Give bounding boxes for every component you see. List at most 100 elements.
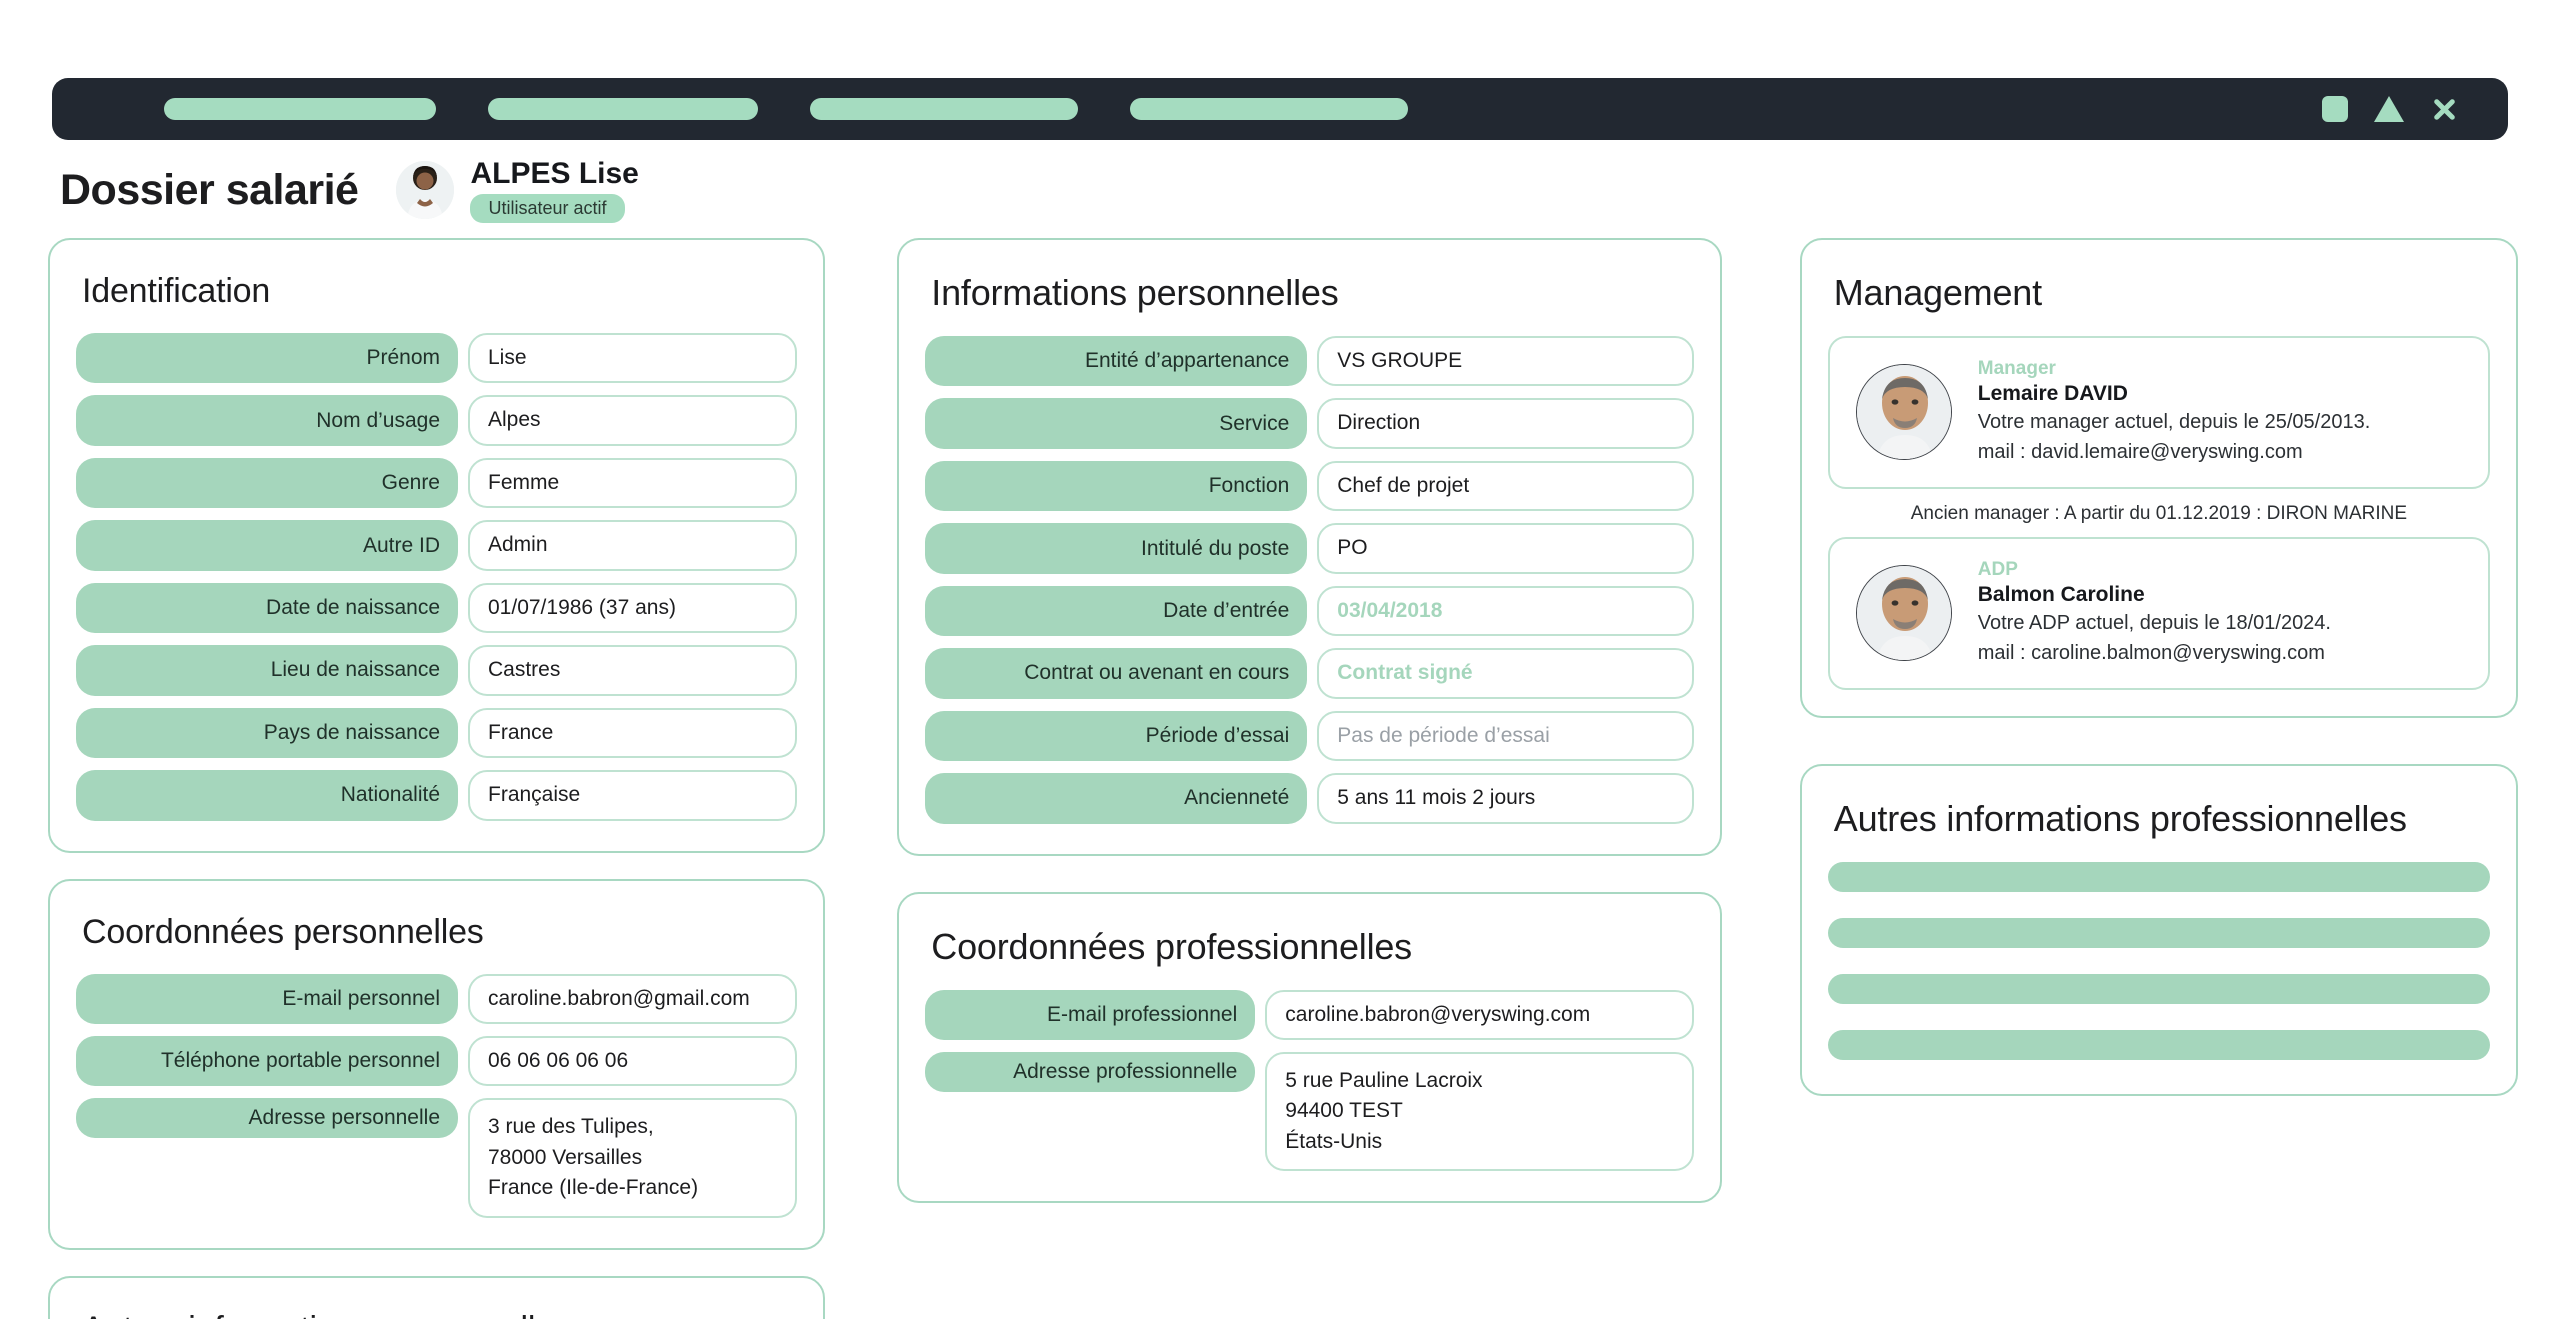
field-row-intitule-poste: Intitulé du poste PO [925,523,1694,574]
email-professionnel-field[interactable]: caroline.babron@veryswing.com [1265,989,1694,1040]
field-row-adresse-professionnelle: Adresse professionnelle 5 rue Pauline La… [925,1051,1694,1172]
periode-essai-field[interactable]: Pas de période d’essai [1317,710,1694,762]
management-card: Management Manager Lemaire DAVID Votre m… [1799,238,2518,718]
top-toolbar [52,78,2508,140]
autres-informations-personnelles-card: Autres informations personnelles [48,1275,826,1319]
intitule-poste-field[interactable]: PO [1317,523,1694,574]
coordonnees-personnelles-card: Coordonnées personnelles E-mail personne… [48,878,826,1250]
field-row-genre: Genre Femme [76,457,798,509]
field-row-prenom: Prénom Lise [76,333,798,384]
field-row-service: Service Direction [925,398,1694,449]
field-row-anciennete: Ancienneté 5 ans 11 mois 2 jours [925,773,1694,824]
identification-title: Identification [82,272,271,310]
nom-usage-field[interactable]: Alpes [468,395,798,446]
manager-avatar [1855,364,1952,461]
adp-name: Balmon Caroline [1977,582,2145,606]
date-naissance-field[interactable]: 01/07/1986 (37 ans) [468,582,798,634]
field-label: Genre [76,457,458,509]
anciennete-field[interactable]: 5 ans 11 mois 2 jours [1317,773,1694,824]
management-title: Management [1833,272,2042,313]
field-label: Intitulé du poste [925,523,1308,574]
field-row-autre-id: Autre ID Admin [76,520,798,571]
field-row-date-entree: Date d’entrée 03/04/2018 [925,585,1694,637]
field-row-nationalite: Nationalité Française [76,770,798,821]
field-label: Adresse professionnelle [925,1051,1256,1092]
field-label: E-mail professionnel [925,989,1256,1040]
adresse-personnelle-field[interactable]: 3 rue des Tulipes, 78000 Versailles Fran… [468,1098,798,1218]
identification-card: Identification Prénom Lise Nom d’usage A… [48,238,826,853]
manager-role-label: Manager [1977,358,2056,379]
adp-avatar [1855,565,1952,662]
toolbar-icon-group [2322,95,2458,123]
toolbar-pill-1[interactable] [164,98,436,120]
field-row-nom-usage: Nom d’usage Alpes [76,395,798,446]
toolbar-pill-3[interactable] [810,98,1078,120]
placeholder-bar-1[interactable] [1827,861,2490,892]
field-row-adresse-personnelle: Adresse personnelle 3 rue des Tulipes, 7… [76,1098,798,1218]
lieu-naissance-field[interactable]: Castres [468,645,798,696]
manager-mail[interactable]: mail : david.lemaire@veryswing.com [1978,438,2371,466]
field-label: Entité d’appartenance [925,336,1308,387]
manager-card[interactable]: Manager Lemaire DAVID Votre manager actu… [1827,336,2490,489]
previous-manager-note: Ancien manager : A partir du 01.12.2019 … [1910,502,2408,524]
autre-id-field[interactable]: Admin [468,520,798,571]
field-label: Date de naissance [76,582,458,634]
field-row-telephone-personnel: Téléphone portable personnel 06 06 06 06… [76,1035,798,1087]
contrat-field[interactable]: Contrat signé [1317,648,1694,699]
field-row-pays-naissance: Pays de naissance France [76,707,798,759]
fonction-field[interactable]: Chef de projet [1317,460,1694,512]
adresse-professionnelle-field[interactable]: 5 rue Pauline Lacroix 94400 TEST États-U… [1265,1051,1694,1172]
adp-since: Votre ADP actuel, depuis le 18/01/2024. [1977,611,2331,634]
field-label: Ancienneté [925,773,1308,824]
email-personnel-field[interactable]: caroline.babron@gmail.com [468,973,798,1024]
field-row-periode-essai: Période d’essai Pas de période d’essai [925,710,1694,762]
nationalite-field[interactable]: Française [468,770,798,821]
service-field[interactable]: Direction [1317,398,1694,449]
genre-field[interactable]: Femme [468,457,798,509]
avatar [396,161,455,220]
field-label: Téléphone portable personnel [76,1035,458,1087]
triangle-icon[interactable] [2374,96,2404,122]
app-screen: Dossier salarié ALPES Lise Utilisateur a… [0,0,2560,1319]
adp-info: ADP Balmon Caroline Votre ADP actuel, de… [1978,559,2331,668]
manager-name: Lemaire DAVID [1977,382,2128,405]
field-label: Prénom [76,333,458,384]
informations-personnelles-title: Informations personnelles [931,272,1339,313]
field-label: Contrat ou avenant en cours [925,648,1308,699]
manager-since: Votre manager actuel, depuis le 25/05/20… [1977,411,2371,433]
toolbar-pill-2[interactable] [488,98,758,120]
autres-informations-personnelles-title: Autres informations personnelles [82,1310,797,1319]
field-row-date-naissance: Date de naissance 01/07/1986 (37 ans) [76,582,798,634]
field-label: Pays de naissance [76,707,458,759]
user-summary: ALPES Lise Utilisateur actif [396,158,639,223]
field-row-email-professionnel: E-mail professionnel caroline.babron@ver… [925,989,1694,1040]
adp-card[interactable]: ADP Balmon Caroline Votre ADP actuel, de… [1827,536,2490,690]
informations-personnelles-card: Informations personnelles Entité d’appar… [897,238,1722,856]
field-row-contrat: Contrat ou avenant en cours Contrat sign… [925,648,1694,699]
autres-informations-professionnelles-title: Autres informations professionnelles [1833,797,2407,839]
field-label: Lieu de naissance [76,645,458,696]
field-row-fonction: Fonction Chef de projet [925,460,1694,512]
prenom-field[interactable]: Lise [468,333,798,384]
page-header: Dossier salarié ALPES Lise Utilisateur a… [60,158,639,223]
telephone-personnel-field[interactable]: 06 06 06 06 06 [468,1035,798,1087]
entite-field[interactable]: VS GROUPE [1317,336,1694,387]
adp-role-label: ADP [1977,558,2018,580]
date-entree-field[interactable]: 03/04/2018 [1317,585,1694,637]
square-icon[interactable] [2322,96,2348,122]
content-columns: Identification Prénom Lise Nom d’usage A… [48,238,2518,1319]
field-label: Autre ID [76,520,458,571]
adp-mail[interactable]: mail : caroline.balmon@veryswing.com [1978,639,2331,667]
autres-informations-professionnelles-card: Autres informations professionnelles [1799,763,2518,1096]
field-label: Nationalité [76,770,458,821]
toolbar-pill-4[interactable] [1130,98,1408,120]
placeholder-bar-2[interactable] [1827,917,2490,948]
field-label: Nom d’usage [76,395,458,446]
close-icon[interactable] [2430,95,2458,123]
placeholder-bar-4[interactable] [1827,1029,2490,1060]
coordonnees-professionnelles-card: Coordonnées professionnelles E-mail prof… [897,891,1722,1204]
field-row-email-personnel: E-mail personnel caroline.babron@gmail.c… [76,973,798,1024]
placeholder-bar-3[interactable] [1827,973,2490,1004]
pays-naissance-field[interactable]: France [468,707,798,759]
user-meta: ALPES Lise Utilisateur actif [470,158,639,223]
